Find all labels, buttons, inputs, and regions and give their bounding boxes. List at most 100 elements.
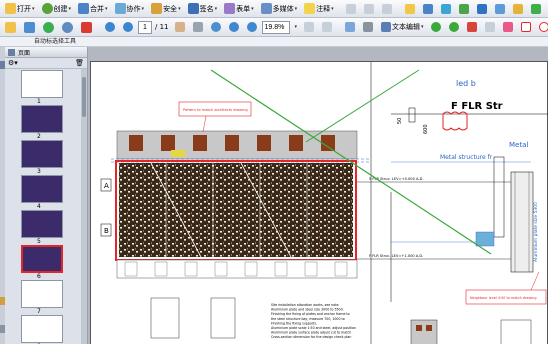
ellipse-icon bbox=[538, 22, 548, 32]
options-button[interactable]: ⚙▾ bbox=[8, 59, 18, 67]
warning-button[interactable] bbox=[510, 1, 527, 16]
lock-icon bbox=[151, 3, 163, 14]
typewriter-button[interactable] bbox=[360, 20, 377, 35]
read-mode-button[interactable] bbox=[342, 20, 359, 35]
secure-button[interactable]: 安全 ▾ bbox=[148, 1, 184, 16]
plus-circle-icon bbox=[246, 22, 257, 32]
pencil-icon bbox=[466, 22, 477, 32]
save-button[interactable] bbox=[2, 20, 20, 35]
page-thumbnail[interactable] bbox=[21, 70, 63, 98]
page-number-input[interactable] bbox=[138, 20, 152, 34]
general-note-line: Aluminium plate and steel size 3000 to 5… bbox=[271, 308, 344, 312]
email-button[interactable] bbox=[40, 20, 58, 35]
page-thumbnail-label: 1 bbox=[37, 98, 41, 105]
green-tool-2-button[interactable] bbox=[446, 20, 463, 35]
arrow-icon bbox=[502, 22, 513, 32]
red-pen-button[interactable] bbox=[464, 20, 481, 35]
zoom-dropdown-button[interactable]: ▾ bbox=[291, 20, 301, 35]
level-label-bottom: F FLR Struc. LEV=+1.000 A.D. bbox=[369, 254, 423, 258]
typewriter-icon bbox=[363, 22, 374, 32]
tool-c-button[interactable] bbox=[379, 1, 396, 16]
delete-page-icon[interactable]: 🗑 bbox=[75, 59, 84, 67]
facade-ground-band bbox=[116, 259, 358, 279]
line-tool-button[interactable] bbox=[482, 20, 499, 35]
page-thumbnail[interactable] bbox=[21, 210, 63, 238]
email-icon bbox=[43, 21, 54, 33]
fit-width-button[interactable] bbox=[319, 20, 336, 35]
fit-page-icon bbox=[304, 22, 315, 32]
open-button[interactable]: 打开 ▾ bbox=[2, 1, 38, 16]
document-view[interactable]: A B Pattern to match architects drawing … bbox=[88, 47, 548, 344]
collaborate-button[interactable]: 协作 ▾ bbox=[112, 1, 148, 16]
rect-tool-button[interactable] bbox=[518, 20, 535, 35]
page-thumbnail[interactable] bbox=[21, 315, 63, 343]
text-edit-button[interactable]: 文本编辑 ▾ bbox=[378, 20, 427, 35]
image-button[interactable] bbox=[492, 1, 509, 16]
general-note-line: Site installation allocation works, see … bbox=[271, 303, 339, 307]
leader-line-green-2 bbox=[305, 69, 420, 143]
table-icon bbox=[476, 3, 487, 14]
create-button[interactable]: 创建 ▾ bbox=[39, 1, 75, 16]
sign-button[interactable]: 签名 ▾ bbox=[185, 1, 221, 16]
pen-icon bbox=[187, 3, 199, 14]
chart-button[interactable] bbox=[456, 1, 473, 16]
toolbar-main: 打开 ▾ 创建 ▾ 合并 ▾ 协作 ▾ 安全 ▾ 签名 ▾ 表单 ▾ 多媒体 ▾ 注释 ▾ bbox=[0, 0, 548, 18]
textbox-button[interactable] bbox=[420, 1, 437, 16]
page-thumbnail[interactable] bbox=[21, 140, 63, 168]
multimedia-button[interactable]: 多媒体 ▾ bbox=[258, 1, 301, 16]
merge-button[interactable]: 合并 ▾ bbox=[75, 1, 111, 16]
arrow-tool-button[interactable] bbox=[500, 20, 517, 35]
search-icon bbox=[62, 21, 73, 33]
ellipse-tool-button[interactable] bbox=[536, 20, 548, 35]
highlighter-icon bbox=[404, 3, 415, 14]
search-doc-button[interactable] bbox=[59, 20, 77, 35]
text-edit-icon bbox=[381, 22, 392, 32]
chevron-down-icon: ▾ bbox=[294, 24, 298, 30]
general-note-line: Aluminium plate surface plate adjust cut… bbox=[271, 331, 351, 335]
hand-icon bbox=[174, 22, 185, 32]
page-thumbnail[interactable] bbox=[21, 245, 63, 273]
pdf-editor-window: { "toolbar1": { "open": "打开", "create": … bbox=[0, 0, 548, 344]
zoom-in-button[interactable] bbox=[244, 20, 261, 35]
next-page-button[interactable] bbox=[120, 20, 137, 35]
page-thumbnail-label: 4 bbox=[37, 203, 41, 210]
green-tool-1-button[interactable] bbox=[428, 20, 445, 35]
page-thumbnail[interactable] bbox=[21, 175, 63, 203]
stop-button[interactable] bbox=[78, 20, 96, 35]
select-tool-button[interactable] bbox=[190, 20, 207, 35]
comment-button[interactable]: 注释 ▾ bbox=[301, 1, 337, 16]
fit-page-button[interactable] bbox=[301, 20, 318, 35]
page-thumbnail[interactable] bbox=[21, 280, 63, 308]
thumbnail-scrollbar-thumb[interactable] bbox=[82, 77, 86, 117]
tool-a-button[interactable] bbox=[343, 1, 360, 16]
page-total-label: / 11 bbox=[155, 23, 169, 31]
note-button[interactable] bbox=[438, 1, 455, 16]
arrow-up-icon bbox=[105, 22, 115, 32]
link-icon bbox=[381, 3, 392, 14]
page-thumbnail-label: 5 bbox=[37, 238, 41, 245]
prev-page-button[interactable] bbox=[102, 20, 119, 35]
forms-button[interactable]: 表单 ▾ bbox=[221, 1, 257, 16]
cloud-markup-detail bbox=[442, 111, 468, 131]
table-button[interactable] bbox=[474, 1, 491, 16]
zoom-input[interactable] bbox=[261, 20, 290, 34]
page-thumbnail-label: 2 bbox=[37, 133, 41, 140]
attach-icon bbox=[363, 3, 374, 14]
general-notes: Site installation allocation works, see … bbox=[271, 303, 356, 339]
detail-subtitle: led b bbox=[456, 79, 476, 88]
stamp-icon bbox=[345, 3, 356, 14]
vertical-dimension-note: Aluminium plate size 5300 bbox=[533, 202, 539, 262]
zoom-tool-button[interactable] bbox=[208, 20, 225, 35]
zoom-out-button[interactable] bbox=[226, 20, 243, 35]
shape-button[interactable] bbox=[528, 1, 545, 16]
tool-b-button[interactable] bbox=[361, 1, 378, 16]
general-note-line: the steel structure bay, measure 700, 10… bbox=[271, 317, 345, 321]
general-note-line: Finishing the fixing of plates and ancho… bbox=[271, 312, 350, 316]
page-thumbnail[interactable] bbox=[21, 105, 63, 133]
metal-structure-label: Metal structure fr bbox=[440, 154, 493, 161]
general-note-line: Finishing the fixing supports. bbox=[271, 321, 317, 325]
green-circle-icon bbox=[448, 22, 459, 32]
print-button[interactable] bbox=[21, 20, 39, 35]
highlight-button[interactable] bbox=[402, 1, 419, 16]
hand-tool-button[interactable] bbox=[172, 20, 189, 35]
